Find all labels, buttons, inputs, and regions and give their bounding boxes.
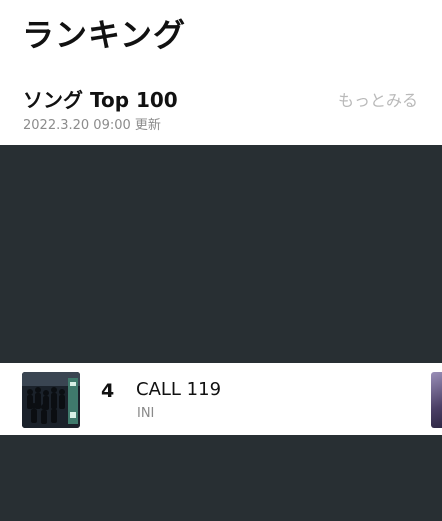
more-link[interactable]: もっとみる: [338, 87, 418, 111]
song-row[interactable]: 4 CALL 119 INI: [0, 363, 442, 435]
song-artist[interactable]: INI: [137, 406, 154, 421]
album-art-image: [22, 372, 80, 428]
album-art[interactable]: [22, 372, 80, 428]
carousel-overlay-bottom: [0, 435, 442, 521]
section-title: ソング Top 100: [23, 88, 178, 112]
page-title: ランキング: [22, 16, 187, 54]
updated-timestamp: 2022.3.20 09:00 更新: [23, 118, 161, 133]
next-album-art[interactable]: [431, 372, 442, 428]
song-title[interactable]: CALL 119: [136, 379, 221, 400]
song-rank: 4: [101, 380, 115, 402]
carousel-overlay-top: [0, 145, 442, 363]
